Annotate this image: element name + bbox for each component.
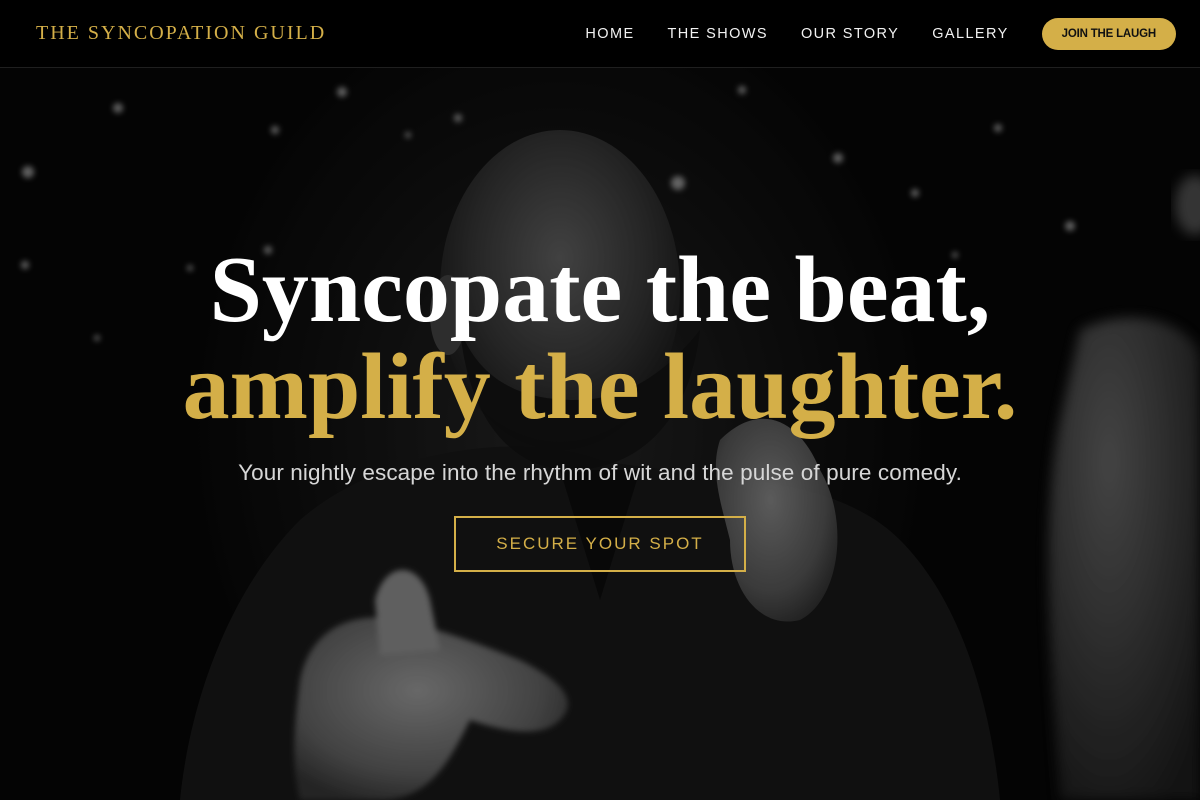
join-the-laugh-button[interactable]: JOIN THE LAUGH <box>1041 17 1176 50</box>
nav-link-home[interactable]: HOME <box>585 26 634 42</box>
brand-logo-text[interactable]: THE SYNCOPATION GUILD <box>36 22 326 45</box>
nav-link-our-story[interactable]: OUR STORY <box>801 26 899 42</box>
main-nav: HOME THE SHOWS OUR STORY GALLERY JOIN TH… <box>552 17 1176 50</box>
hero-section: Syncopate the beat, amplify the laughter… <box>0 0 1200 800</box>
secure-your-spot-button[interactable]: SECURE YOUR SPOT <box>454 516 746 572</box>
hero-headline-primary: Syncopate the beat, <box>209 238 991 342</box>
hero-subtitle: Your nightly escape into the rhythm of w… <box>238 460 962 485</box>
site-header: THE SYNCOPATION GUILD HOME THE SHOWS OUR… <box>0 0 1200 68</box>
hero-headline-accent: amplify the laughter. <box>182 335 1018 439</box>
nav-link-the-shows[interactable]: THE SHOWS <box>668 26 768 42</box>
nav-link-gallery[interactable]: GALLERY <box>932 26 1008 42</box>
